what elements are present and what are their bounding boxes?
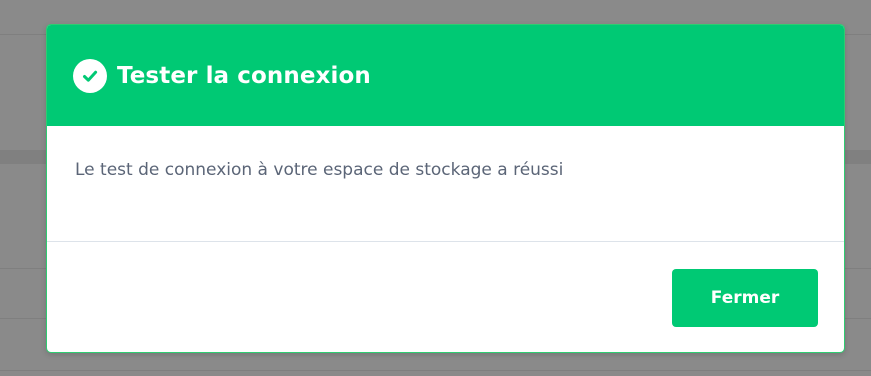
dialog-body: Le test de connexion à votre espace de s… xyxy=(47,126,844,242)
dialog-footer: Fermer xyxy=(47,242,844,352)
dialog-header: Tester la connexion xyxy=(47,25,844,126)
dialog-title: Tester la connexion xyxy=(117,62,371,89)
close-button[interactable]: Fermer xyxy=(672,269,818,327)
dialog-message: Le test de connexion à votre espace de s… xyxy=(75,160,564,180)
check-circle-icon xyxy=(73,58,107,93)
connection-test-dialog: Tester la connexion Le test de connexion… xyxy=(46,24,845,353)
background-divider xyxy=(0,370,871,371)
